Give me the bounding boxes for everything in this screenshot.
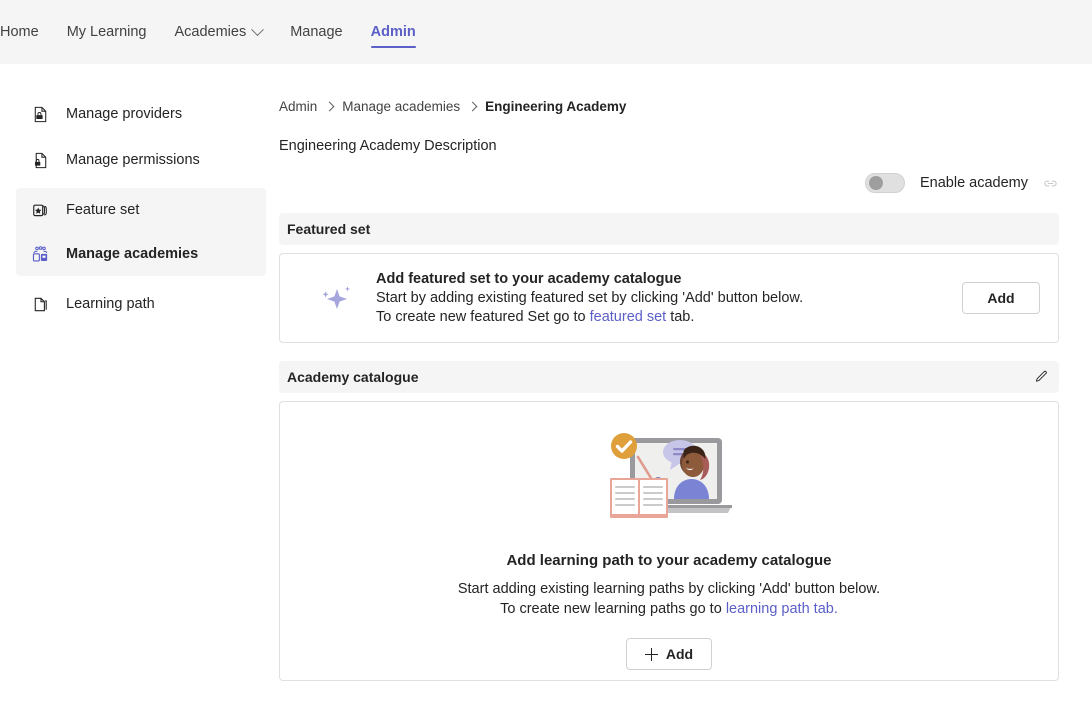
academy-catalogue-section-header: Academy catalogue (279, 361, 1059, 393)
nav-item-home-label: Home (0, 24, 39, 40)
featured-set-text: Add featured set to your academy catalog… (366, 271, 962, 325)
top-navigation-bar: Home My Learning Academies Manage Admin (0, 0, 1092, 64)
learning-path-tab-link[interactable]: learning path tab. (726, 601, 838, 617)
nav-item-my-learning-label: My Learning (66, 24, 147, 40)
sidebar-item-learning-path[interactable]: Learning path (16, 286, 266, 322)
nav-item-admin[interactable]: Admin (357, 0, 430, 64)
sidebar-selected-group: Feature set Manage academies (16, 188, 266, 276)
featured-set-line2: To create new featured Set go to feature… (376, 309, 962, 325)
lock-document-icon (30, 150, 50, 170)
star-stack-icon (30, 200, 50, 220)
enable-academy-toggle[interactable] (864, 173, 905, 193)
add-learning-path-button-label: Add (665, 646, 694, 662)
breadcrumb-item-current: Engineering Academy (485, 98, 627, 114)
sidebar-item-feature-set-label: Feature set (66, 202, 140, 218)
people-academy-icon (30, 244, 50, 264)
plus-icon (644, 647, 658, 661)
add-featured-set-button[interactable]: Add (962, 282, 1040, 314)
nav-item-home[interactable]: Home (0, 0, 53, 64)
academy-catalogue-card: Add learning path to your academy catalo… (279, 401, 1059, 681)
enable-academy-row: Enable academy (279, 171, 1059, 195)
main-content: Admin Manage academies Engineering Acade… (279, 96, 1059, 681)
link-icon[interactable] (1042, 175, 1059, 192)
sidebar-item-manage-academies-label: Manage academies (66, 246, 199, 262)
featured-set-header-label: Featured set (287, 221, 371, 237)
page-copy-icon (30, 294, 50, 314)
breadcrumb-separator-icon (324, 101, 335, 111)
breadcrumb: Admin Manage academies Engineering Acade… (279, 96, 1059, 116)
provider-document-icon (30, 104, 50, 124)
breadcrumb-item-manage-academies[interactable]: Manage academies (342, 99, 460, 114)
nav-item-my-learning[interactable]: My Learning (53, 0, 161, 64)
sidebar-item-manage-permissions-label: Manage permissions (66, 152, 200, 168)
featured-set-title: Add featured set to your academy catalog… (376, 271, 682, 287)
sidebar-item-learning-path-label: Learning path (66, 296, 155, 312)
sidebar-item-manage-permissions[interactable]: Manage permissions (16, 142, 266, 178)
sidebar: Manage providers Manage permissions Feat… (16, 96, 266, 332)
nav-item-admin-label: Admin (370, 24, 416, 40)
sidebar-item-manage-providers[interactable]: Manage providers (16, 96, 266, 132)
featured-set-line2-suffix: tab. (666, 309, 695, 325)
sidebar-item-manage-academies[interactable]: Manage academies (16, 236, 266, 272)
catalogue-empty-line1: Start adding existing learning paths by … (457, 581, 881, 597)
learning-laptop-illustration (280, 428, 1058, 536)
sidebar-item-feature-set[interactable]: Feature set (16, 192, 266, 228)
academy-catalogue-header-label: Academy catalogue (287, 369, 419, 385)
sidebar-item-manage-providers-label: Manage providers (66, 106, 183, 122)
featured-set-section-header: Featured set (279, 213, 1059, 245)
enable-academy-label: Enable academy (919, 175, 1028, 191)
catalogue-empty-title: Add learning path to your academy catalo… (506, 552, 832, 569)
nav-item-manage-label: Manage (290, 24, 343, 40)
catalogue-line2-prefix: To create new learning paths go to (500, 601, 726, 617)
chevron-down-icon (251, 22, 265, 36)
nav-item-academies[interactable]: Academies (160, 0, 276, 64)
breadcrumb-item-admin[interactable]: Admin (279, 99, 317, 114)
add-learning-path-button[interactable]: Add (626, 638, 712, 670)
featured-set-card: Add featured set to your academy catalog… (279, 253, 1059, 343)
featured-set-link[interactable]: featured set (590, 309, 667, 325)
catalogue-empty-line2: To create new learning paths go to learn… (280, 600, 1058, 619)
nav-item-manage[interactable]: Manage (276, 0, 356, 64)
sparkle-icon (308, 278, 366, 318)
featured-set-line1: Start by adding existing featured set by… (376, 290, 804, 306)
pencil-edit-icon[interactable] (1033, 369, 1049, 385)
breadcrumb-separator-icon (467, 101, 478, 111)
academy-description: Engineering Academy Description (279, 138, 497, 154)
nav-item-academies-label: Academies (174, 24, 247, 40)
featured-set-line2-prefix: To create new featured Set go to (376, 309, 590, 325)
toggle-knob (868, 176, 883, 190)
top-nav-items: Home My Learning Academies Manage Admin (0, 0, 430, 64)
